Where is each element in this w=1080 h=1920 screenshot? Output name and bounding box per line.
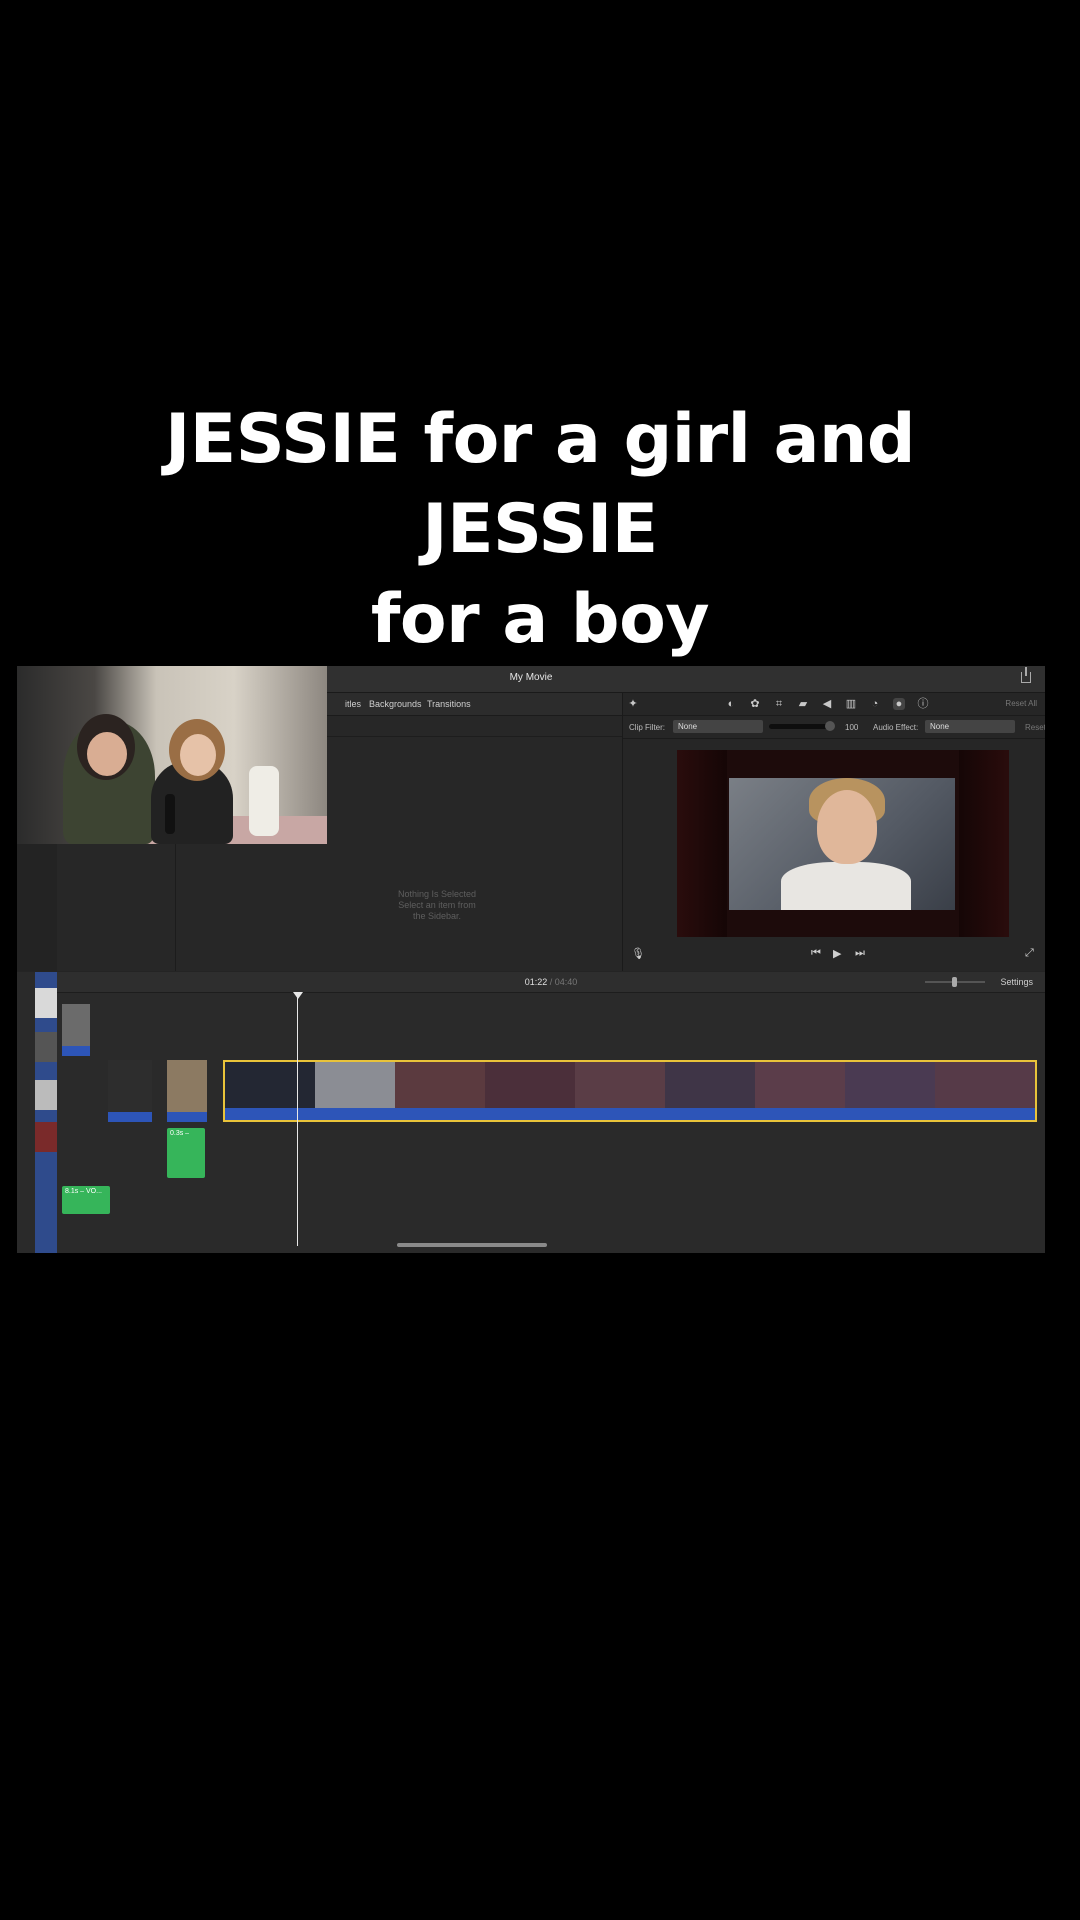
- caption-line-2: for a boy: [370, 580, 710, 659]
- skip-forward-icon[interactable]: ⏭: [855, 947, 865, 960]
- playhead-handle[interactable]: [293, 992, 303, 999]
- clip-frame: [665, 1062, 755, 1110]
- voiceover-clip[interactable]: 0.3s –: [167, 1128, 205, 1178]
- volume-icon[interactable]: ◀: [821, 698, 833, 710]
- time-separator: /: [549, 977, 553, 987]
- filter-row: Clip Filter: None 100 Audio Effect: None…: [623, 716, 1045, 739]
- video-caption: JESSIE for a girl and JESSIE for a boy: [60, 395, 1020, 665]
- webcam-face-right: [180, 734, 216, 776]
- audio-effect-label: Audio Effect:: [873, 723, 919, 732]
- noise-reduction-icon[interactable]: ●: [893, 698, 905, 710]
- transport-controls: 🎙 ⏮ ▶ ⏭ ⤢: [623, 941, 1045, 969]
- side-thumbnail: [35, 988, 57, 1018]
- caption-line-1: JESSIE for a girl and JESSIE: [164, 400, 916, 569]
- clip-frame: [575, 1062, 665, 1110]
- empty-message-line-1: Nothing Is Selected: [397, 889, 477, 899]
- selected-main-clip[interactable]: [223, 1060, 1037, 1122]
- filter-amount-slider[interactable]: [769, 724, 829, 729]
- timeline-clip[interactable]: [108, 1060, 152, 1122]
- video-preview[interactable]: [677, 750, 1009, 937]
- clip-frame: [845, 1062, 935, 1110]
- magic-wand-icon[interactable]: ✦: [627, 698, 639, 710]
- tab-backgrounds[interactable]: Backgrounds: [369, 699, 422, 709]
- clip-filter-label: Clip Filter:: [629, 723, 666, 732]
- clip-frame: [755, 1062, 845, 1110]
- clip-frame: [315, 1062, 395, 1110]
- side-thumbnail: [35, 1122, 57, 1152]
- tab-titles[interactable]: itles: [345, 699, 361, 709]
- timeline-clip[interactable]: [167, 1060, 207, 1122]
- zoom-knob[interactable]: [952, 977, 957, 987]
- current-time: 01:22: [524, 977, 548, 987]
- info-icon[interactable]: ⓘ: [917, 698, 929, 710]
- reset-all-button[interactable]: Reset All: [1005, 699, 1037, 708]
- preview-dress: [781, 862, 911, 910]
- webcam-overlay: [17, 666, 327, 844]
- water-bottle: [249, 766, 279, 836]
- empty-browser-message: Nothing Is Selected Select an item from …: [357, 889, 517, 922]
- total-time: 04:40: [554, 977, 578, 987]
- play-icon[interactable]: ▶: [833, 947, 841, 960]
- tab-transitions[interactable]: Transitions: [427, 699, 471, 709]
- clip-frame: [485, 1062, 575, 1110]
- slider-value: 100: [845, 723, 859, 732]
- empty-message-line-2: Select an item from: [398, 900, 476, 910]
- share-icon[interactable]: [1021, 667, 1031, 683]
- microphone: [165, 794, 175, 834]
- clip-frame: [225, 1062, 315, 1110]
- preview-curtain-left: [677, 750, 727, 937]
- clip-filter-dropdown[interactable]: None: [673, 720, 763, 733]
- clip-frame: [935, 1062, 1035, 1110]
- preview-face: [817, 790, 877, 864]
- color-balance-icon[interactable]: ◐: [725, 698, 737, 710]
- timecode: 01:22 / 04:40: [57, 977, 1045, 987]
- slider-knob[interactable]: [825, 721, 835, 731]
- fullscreen-icon[interactable]: ⤢: [1025, 947, 1034, 960]
- equalizer-icon[interactable]: ▥: [845, 698, 857, 710]
- webcam-face-left: [87, 732, 127, 776]
- audio-effect-dropdown[interactable]: None: [925, 720, 1015, 733]
- reset-button[interactable]: Reset: [1025, 723, 1045, 732]
- viewer-panel: ✦ ◐ ✿ ⌗ ▰ ◀ ▥ ◔ ● ⓘ Reset All Clip Filte…: [623, 693, 1045, 971]
- voiceover-clip[interactable]: 8.1s – VO...: [62, 1186, 110, 1214]
- speed-icon[interactable]: ◔: [869, 698, 881, 710]
- playhead[interactable]: [297, 996, 298, 1246]
- side-thumbnail: [35, 1032, 57, 1062]
- stabilization-icon[interactable]: ▰: [797, 698, 809, 710]
- horizontal-scrollbar[interactable]: [397, 1243, 547, 1247]
- timeline-settings-button[interactable]: Settings: [1000, 977, 1033, 987]
- voiceover-mic-icon[interactable]: 🎙: [631, 947, 645, 960]
- skip-back-icon[interactable]: ⏮: [811, 947, 821, 960]
- clip-frame: [395, 1062, 485, 1110]
- preview-curtain-right: [959, 750, 1009, 937]
- clip-audio-waveform: [225, 1108, 1035, 1120]
- crop-icon[interactable]: ⌗: [773, 698, 785, 710]
- color-correction-icon[interactable]: ✿: [749, 698, 761, 710]
- empty-message-line-3: the Sidebar.: [412, 911, 462, 921]
- timeline-header: 01:22 / 04:40 Settings: [57, 972, 1045, 993]
- timeline-clip[interactable]: [62, 1004, 90, 1056]
- adjustment-toolbar: ✦ ◐ ✿ ⌗ ▰ ◀ ▥ ◔ ● ⓘ Reset All: [623, 693, 1045, 716]
- side-thumbnail: [35, 1080, 57, 1110]
